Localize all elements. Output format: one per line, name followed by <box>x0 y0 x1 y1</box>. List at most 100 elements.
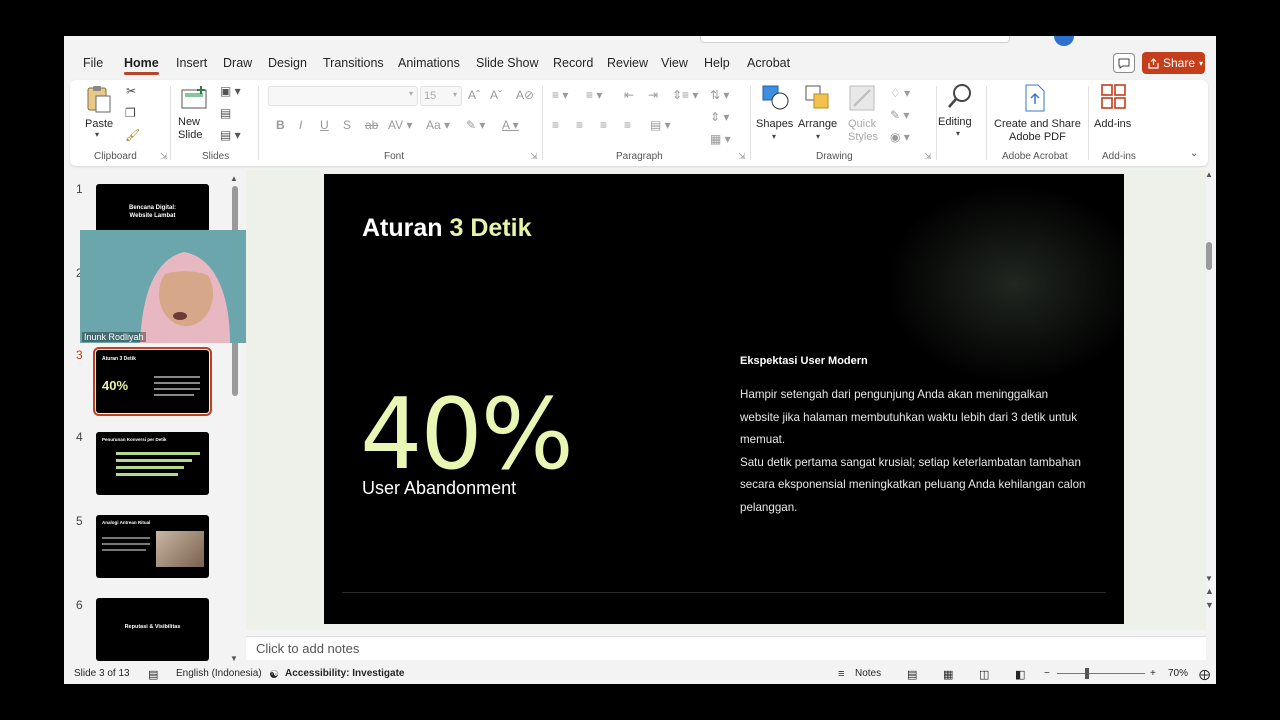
collapse-ribbon-icon[interactable]: ⌄ <box>1190 148 1198 159</box>
expectation-heading[interactable]: Ekspektasi User Modern <box>740 355 868 367</box>
smartart-icon[interactable]: ▦ ▾ <box>710 132 731 146</box>
slide-sorter-icon[interactable]: ▦ <box>943 668 953 681</box>
reset-icon[interactable]: ▤ <box>220 106 231 120</box>
notes-pane[interactable]: Click to add notes <box>246 636 1206 660</box>
scroll-up-icon[interactable]: ▲ <box>230 174 238 183</box>
increase-indent-icon[interactable]: ⇥ <box>648 88 658 102</box>
add-ins-button[interactable]: Add-ins <box>1092 84 1136 146</box>
tab-animations[interactable]: Animations <box>398 56 460 70</box>
font-name-input[interactable]: ▾ <box>268 86 418 106</box>
tab-design[interactable]: Design <box>268 56 307 70</box>
tab-home[interactable]: Home <box>124 56 159 75</box>
create-share-pdf-button[interactable]: Create and Share Adobe PDF <box>990 84 1081 146</box>
slide-title[interactable]: Aturan 3 Detik <box>362 214 531 243</box>
clear-format-icon[interactable]: A⊘ <box>516 88 534 102</box>
editor-scrollbar[interactable]: ▲ ▼ ▲ ▼ <box>1203 170 1216 630</box>
slide-thumbnail-5[interactable]: Analogi Antrean Ritual <box>96 515 209 578</box>
grow-font-icon[interactable]: Aˆ <box>468 88 480 102</box>
previous-slide-icon[interactable]: ▲ <box>1205 586 1214 596</box>
strikethrough-icon[interactable]: ab <box>365 118 378 132</box>
notes-placeholder[interactable]: Click to add notes <box>256 641 359 656</box>
shadow-icon[interactable]: S <box>343 118 351 132</box>
numbering-icon[interactable]: ≡ ▾ <box>586 88 602 102</box>
avatar[interactable] <box>1054 36 1074 46</box>
underline-icon[interactable]: U <box>320 118 329 132</box>
slide-thumbnail-6[interactable]: Reputasi & Visibilitas <box>96 598 209 661</box>
align-left-icon[interactable]: ≡ <box>552 118 559 132</box>
italic-icon[interactable]: I <box>299 118 302 132</box>
line-spacing-icon[interactable]: ⇕≡ ▾ <box>672 88 698 102</box>
reading-view-icon[interactable]: ◫ <box>979 668 989 681</box>
next-slide-icon[interactable]: ▼ <box>1205 600 1214 610</box>
tab-view[interactable]: View <box>661 56 688 70</box>
highlight-icon[interactable]: ✎ ▾ <box>466 118 485 132</box>
scroll-up-icon[interactable]: ▲ <box>1205 170 1213 179</box>
zoom-level[interactable]: 70% <box>1168 668 1188 679</box>
spell-check-icon[interactable]: ▤ <box>148 668 158 681</box>
arrange-button[interactable]: Arrange ▾ <box>798 84 840 146</box>
tab-review[interactable]: Review <box>607 56 648 70</box>
stat-label[interactable]: User Abandonment <box>362 478 516 499</box>
tab-file[interactable]: File <box>83 56 103 70</box>
dialog-launcher-icon[interactable]: ⇲ <box>530 151 538 162</box>
fit-to-window-icon[interactable]: ⨁ <box>1199 668 1210 681</box>
section-icon[interactable]: ▤ ▾ <box>220 128 241 142</box>
cut-icon[interactable]: ✂ <box>126 84 136 98</box>
current-slide[interactable]: Aturan 3 Detik 40% User Abandonment Eksp… <box>324 174 1124 624</box>
dialog-launcher-icon[interactable]: ⇲ <box>738 151 746 162</box>
justify-icon[interactable]: ≡ <box>624 118 631 132</box>
tab-acrobat[interactable]: Acrobat <box>747 56 790 70</box>
slide-thumbnail-3[interactable]: Aturan 3 Detik 40% <box>93 347 212 416</box>
align-text-icon[interactable]: ⇕ ▾ <box>710 110 729 124</box>
tab-insert[interactable]: Insert <box>176 56 207 70</box>
tab-help[interactable]: Help <box>704 56 730 70</box>
zoom-slider-thumb[interactable] <box>1085 668 1089 679</box>
shape-outline-icon[interactable]: ✎ ▾ <box>890 108 909 122</box>
tab-transitions[interactable]: Transitions <box>323 56 384 70</box>
scrollbar-thumb[interactable] <box>1206 242 1212 270</box>
quick-styles-button[interactable]: Quick Styles <box>842 84 882 146</box>
char-spacing-icon[interactable]: AV ▾ <box>388 118 412 132</box>
font-color-icon[interactable]: A ▾ <box>502 118 519 132</box>
columns-icon[interactable]: ▤ ▾ <box>650 118 671 132</box>
share-button[interactable]: Share ▾ <box>1142 52 1205 74</box>
dialog-launcher-icon[interactable]: ⇲ <box>924 151 932 162</box>
zoom-slider[interactable] <box>1057 673 1145 674</box>
slide-thumbnail-4[interactable]: Penurunan Konversi per Detik <box>96 432 209 495</box>
editing-button[interactable]: Editing ▾ <box>938 82 980 144</box>
shape-fill-icon[interactable]: ♢ ▾ <box>890 86 910 100</box>
tab-draw[interactable]: Draw <box>223 56 252 70</box>
zoom-in-icon[interactable]: + <box>1150 668 1156 679</box>
language[interactable]: English (Indonesia) <box>176 668 262 679</box>
search-box[interactable] <box>700 36 1010 43</box>
bold-icon[interactable]: B <box>276 118 285 132</box>
stat-value[interactable]: 40% <box>360 386 574 484</box>
align-right-icon[interactable]: ≡ <box>600 118 607 132</box>
normal-view-icon[interactable]: ▤ <box>907 668 917 681</box>
expectation-body[interactable]: Hampir setengah dari pengunjung Anda aka… <box>740 384 1090 520</box>
tab-record[interactable]: Record <box>553 56 593 70</box>
bullets-icon[interactable]: ≡ ▾ <box>552 88 568 102</box>
format-painter-icon[interactable]: 🖌 <box>125 128 140 142</box>
align-center-icon[interactable]: ≡ <box>576 118 583 132</box>
text-direction-icon[interactable]: ⇅ ▾ <box>710 88 729 102</box>
slideshow-icon[interactable]: ◧ <box>1015 668 1025 681</box>
new-slide-button[interactable]: New Slide <box>176 84 212 146</box>
accessibility-status[interactable]: Accessibility: Investigate <box>285 668 405 679</box>
scroll-down-icon[interactable]: ▼ <box>230 654 238 663</box>
accessibility-icon[interactable]: ☯ <box>269 668 279 681</box>
shrink-font-icon[interactable]: Aˇ <box>490 88 502 102</box>
decrease-indent-icon[interactable]: ⇤ <box>624 88 634 102</box>
tab-slide-show[interactable]: Slide Show <box>476 56 539 70</box>
layout-icon[interactable]: ▣ ▾ <box>220 84 241 98</box>
font-size-input[interactable]: 15 ▾ <box>420 86 462 106</box>
change-case-icon[interactable]: Aa ▾ <box>426 118 450 132</box>
comments-button[interactable] <box>1113 53 1135 73</box>
zoom-out-icon[interactable]: − <box>1044 668 1050 679</box>
notes-icon[interactable]: ≡ <box>838 668 844 680</box>
copy-icon[interactable]: ❐ <box>125 106 136 120</box>
dialog-launcher-icon[interactable]: ⇲ <box>160 151 168 162</box>
paste-button[interactable]: Paste ▾ <box>82 84 116 144</box>
notes-toggle[interactable]: Notes <box>855 668 881 679</box>
shapes-button[interactable]: Shapes ▾ <box>756 84 796 146</box>
